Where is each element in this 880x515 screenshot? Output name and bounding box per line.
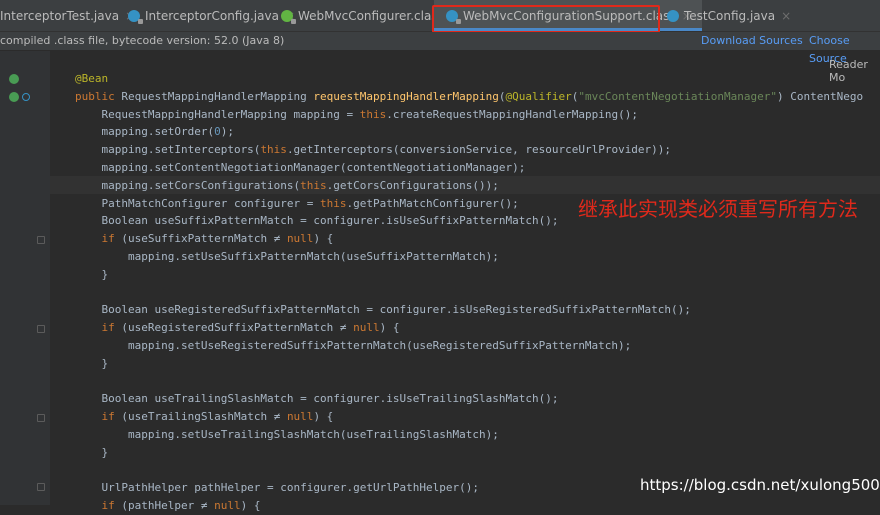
code-editor[interactable]: @Bean public RequestMappingHandlerMappin… bbox=[75, 70, 863, 515]
fold-marker-icon[interactable] bbox=[37, 483, 45, 491]
code-line: Boolean useTrailingSlashMatch = configur… bbox=[75, 392, 559, 406]
bean-gutter-icon[interactable] bbox=[9, 74, 19, 84]
code-line: if (useTrailingSlashMatch ≠ null) { bbox=[101, 410, 334, 424]
tab-interceptor-test[interactable]: InterceptorTest.java × bbox=[0, 0, 135, 31]
editor-gutter bbox=[0, 51, 50, 505]
java-class-icon bbox=[128, 9, 143, 24]
java-class-icon bbox=[667, 9, 679, 22]
code-line: RequestMappingHandlerMapping mapping = t… bbox=[75, 107, 638, 121]
tab-label: InterceptorTest.java bbox=[0, 8, 120, 23]
code-line: mapping.setContentNegotiationManager(con… bbox=[75, 160, 526, 174]
banner-message: compiled .class file, bytecode version: … bbox=[0, 34, 285, 47]
decompiled-banner: compiled .class file, bytecode version: … bbox=[0, 32, 880, 65]
tab-test-config[interactable]: TestConfig.java × bbox=[667, 0, 791, 31]
tab-interceptor-config[interactable]: InterceptorConfig.java × bbox=[128, 0, 295, 31]
annotation-note: 继承此实现类必须重写所有方法 bbox=[578, 197, 858, 221]
code-line: mapping.setUseSuffixPatternMatch(useSuff… bbox=[75, 249, 499, 263]
tab-label: TestConfig.java bbox=[684, 8, 776, 23]
fold-marker-icon[interactable] bbox=[37, 236, 45, 244]
code-line: if (pathHelper ≠ null) { bbox=[101, 499, 261, 513]
fold-marker-icon[interactable] bbox=[37, 414, 45, 422]
close-icon[interactable]: × bbox=[781, 9, 791, 23]
interface-icon bbox=[281, 9, 296, 24]
code-line: if (useRegisteredSuffixPatternMatch ≠ nu… bbox=[101, 321, 400, 335]
code-line: mapping.setUseRegisteredSuffixPatternMat… bbox=[75, 338, 632, 352]
code-line: mapping.setUseTrailingSlashMatch(useTrai… bbox=[75, 427, 499, 441]
code-line: } bbox=[75, 267, 109, 281]
code-line: Boolean useRegisteredSuffixPatternMatch … bbox=[75, 303, 691, 317]
code-line: mapping.setCorsConfigurations(this.getCo… bbox=[75, 178, 499, 192]
code-line: } bbox=[75, 445, 109, 459]
highlight-box bbox=[432, 5, 660, 33]
bean-gutter-icon[interactable] bbox=[9, 92, 19, 102]
fold-marker-icon[interactable] bbox=[37, 325, 45, 333]
tab-label: WebMvcConfigurer.class bbox=[298, 8, 444, 23]
code-line: } bbox=[75, 356, 109, 370]
tab-label: InterceptorConfig.java bbox=[145, 8, 279, 23]
code-line: public RequestMappingHandlerMapping requ… bbox=[75, 89, 864, 103]
code-line: @Bean bbox=[75, 72, 109, 85]
code-line: if (useSuffixPatternMatch ≠ null) { bbox=[101, 232, 334, 246]
search-icon[interactable] bbox=[22, 93, 30, 101]
watermark: https://blog.csdn.net/xulong5000 bbox=[640, 476, 880, 494]
code-line: mapping.setInterceptors(this.getIntercep… bbox=[75, 143, 672, 157]
download-sources-link[interactable]: Download Sources bbox=[701, 32, 803, 50]
code-line: mapping.setOrder(0); bbox=[75, 125, 234, 139]
